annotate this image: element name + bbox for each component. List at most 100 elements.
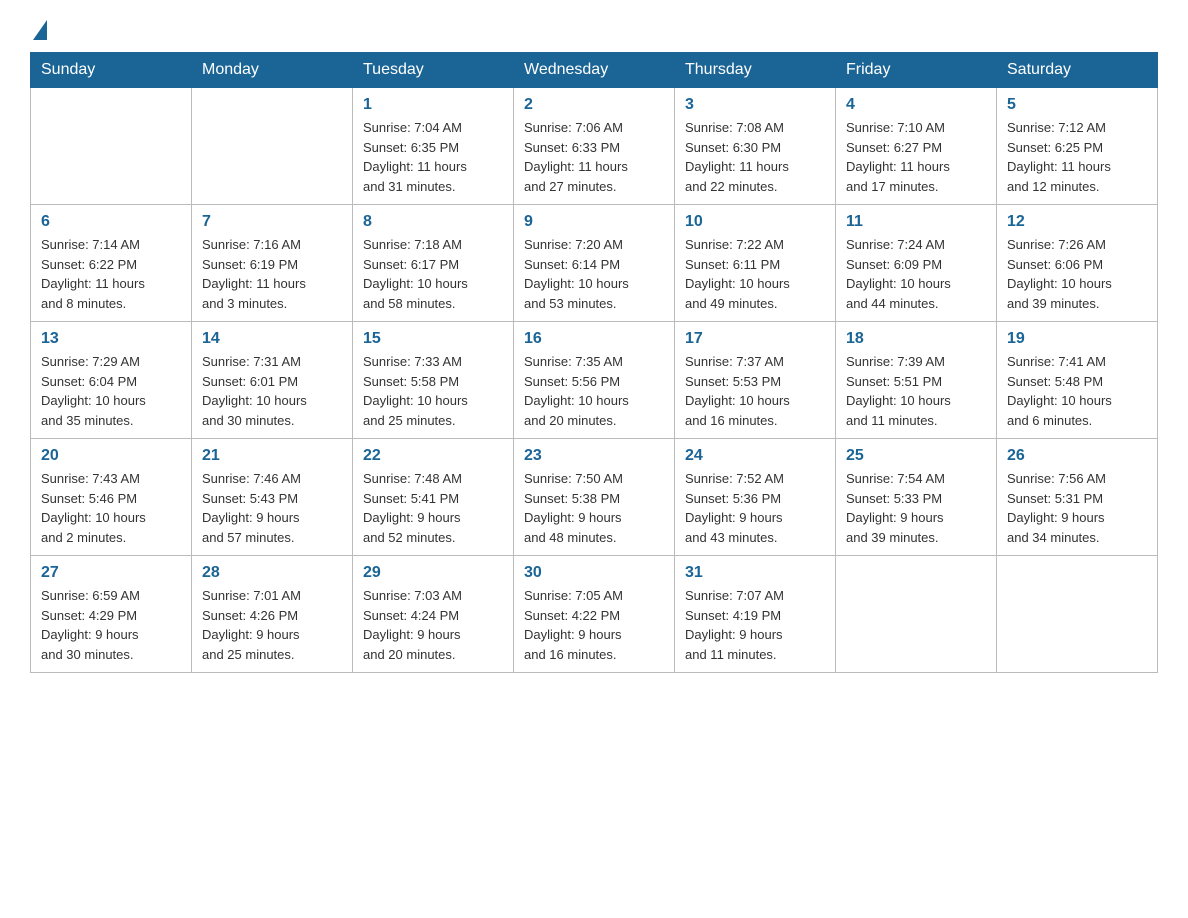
day-number: 18: [846, 330, 986, 348]
day-info: Sunrise: 7:22 AM Sunset: 6:11 PM Dayligh…: [685, 235, 825, 313]
day-info: Sunrise: 7:26 AM Sunset: 6:06 PM Dayligh…: [1007, 235, 1147, 313]
day-number: 10: [685, 213, 825, 231]
day-info: Sunrise: 7:52 AM Sunset: 5:36 PM Dayligh…: [685, 469, 825, 547]
calendar-week-row: 20 Sunrise: 7:43 AM Sunset: 5:46 PM Dayli…: [31, 439, 1158, 556]
day-number: 7: [202, 213, 342, 231]
calendar-cell: 5Sunrise: 7:12 AM Sunset: 6:25 PM Daylig…: [997, 88, 1158, 205]
calendar-cell: 25Sunrise: 7:54 AM Sunset: 5:33 PM Dayli…: [836, 439, 997, 556]
calendar-header-thursday: Thursday: [675, 53, 836, 88]
day-number: 23: [524, 447, 664, 465]
calendar-cell: 6Sunrise: 7:14 AM Sunset: 6:22 PM Daylig…: [31, 205, 192, 322]
day-info: Sunrise: 7:18 AM Sunset: 6:17 PM Dayligh…: [363, 235, 503, 313]
calendar-header-monday: Monday: [192, 53, 353, 88]
day-info: Sunrise: 7:31 AM Sunset: 6:01 PM Dayligh…: [202, 352, 342, 430]
day-number: 2: [524, 96, 664, 114]
calendar-cell: 31 Sunrise: 7:07 AM Sunset: 4:19 PM Dayli…: [675, 556, 836, 673]
day-number: 26: [1007, 447, 1147, 465]
day-number: 31: [685, 564, 825, 582]
calendar-cell: 15 Sunrise: 7:33 AM Sunset: 5:58 PM Dayli…: [353, 322, 514, 439]
calendar-cell: 9 Sunrise: 7:20 AM Sunset: 6:14 PM Daylig…: [514, 205, 675, 322]
day-number: 15: [363, 330, 503, 348]
calendar-cell: 18 Sunrise: 7:39 AM Sunset: 5:51 PM Dayli…: [836, 322, 997, 439]
day-number: 3: [685, 96, 825, 114]
calendar-cell: 26Sunrise: 7:56 AM Sunset: 5:31 PM Dayli…: [997, 439, 1158, 556]
calendar-cell: 7 Sunrise: 7:16 AM Sunset: 6:19 PM Daylig…: [192, 205, 353, 322]
day-number: 20: [41, 447, 181, 465]
calendar-cell: 14 Sunrise: 7:31 AM Sunset: 6:01 PM Dayli…: [192, 322, 353, 439]
calendar-header-saturday: Saturday: [997, 53, 1158, 88]
day-info: Sunrise: 7:06 AM Sunset: 6:33 PM Dayligh…: [524, 118, 664, 196]
calendar-week-row: 27 Sunrise: 6:59 AM Sunset: 4:29 PM Dayli…: [31, 556, 1158, 673]
day-info: Sunrise: 7:07 AM Sunset: 4:19 PM Dayligh…: [685, 586, 825, 664]
day-info: Sunrise: 7:16 AM Sunset: 6:19 PM Dayligh…: [202, 235, 342, 313]
day-number: 12: [1007, 213, 1147, 231]
day-number: 11: [846, 213, 986, 231]
calendar-week-row: 13 Sunrise: 7:29 AM Sunset: 6:04 PM Dayli…: [31, 322, 1158, 439]
day-info: Sunrise: 7:04 AM Sunset: 6:35 PM Dayligh…: [363, 118, 503, 196]
day-info: Sunrise: 7:37 AM Sunset: 5:53 PM Dayligh…: [685, 352, 825, 430]
calendar-cell: 30 Sunrise: 7:05 AM Sunset: 4:22 PM Dayli…: [514, 556, 675, 673]
calendar-cell: 22Sunrise: 7:48 AM Sunset: 5:41 PM Dayli…: [353, 439, 514, 556]
calendar-cell: 12 Sunrise: 7:26 AM Sunset: 6:06 PM Dayli…: [997, 205, 1158, 322]
calendar-cell: [31, 88, 192, 205]
day-info: Sunrise: 7:03 AM Sunset: 4:24 PM Dayligh…: [363, 586, 503, 664]
day-info: Sunrise: 7:29 AM Sunset: 6:04 PM Dayligh…: [41, 352, 181, 430]
page-header: [30, 20, 1158, 42]
day-info: Sunrise: 7:46 AM Sunset: 5:43 PM Dayligh…: [202, 469, 342, 547]
calendar-week-row: 1 Sunrise: 7:04 AM Sunset: 6:35 PM Daylig…: [31, 88, 1158, 205]
day-info: Sunrise: 7:12 AM Sunset: 6:25 PM Dayligh…: [1007, 118, 1147, 196]
day-number: 14: [202, 330, 342, 348]
calendar-cell: 10 Sunrise: 7:22 AM Sunset: 6:11 PM Dayli…: [675, 205, 836, 322]
day-info: Sunrise: 7:50 AM Sunset: 5:38 PM Dayligh…: [524, 469, 664, 547]
logo: [30, 20, 47, 42]
calendar-header-tuesday: Tuesday: [353, 53, 514, 88]
day-info: Sunrise: 7:10 AM Sunset: 6:27 PM Dayligh…: [846, 118, 986, 196]
day-number: 6: [41, 213, 181, 231]
day-number: 19: [1007, 330, 1147, 348]
day-number: 27: [41, 564, 181, 582]
day-info: Sunrise: 6:59 AM Sunset: 4:29 PM Dayligh…: [41, 586, 181, 664]
calendar-cell: 1 Sunrise: 7:04 AM Sunset: 6:35 PM Daylig…: [353, 88, 514, 205]
calendar-header-row: SundayMondayTuesdayWednesdayThursdayFrid…: [31, 53, 1158, 88]
day-info: Sunrise: 7:05 AM Sunset: 4:22 PM Dayligh…: [524, 586, 664, 664]
day-number: 1: [363, 96, 503, 114]
day-number: 17: [685, 330, 825, 348]
calendar-cell: 27 Sunrise: 6:59 AM Sunset: 4:29 PM Dayli…: [31, 556, 192, 673]
day-info: Sunrise: 7:35 AM Sunset: 5:56 PM Dayligh…: [524, 352, 664, 430]
calendar-cell: 3Sunrise: 7:08 AM Sunset: 6:30 PM Daylig…: [675, 88, 836, 205]
day-number: 28: [202, 564, 342, 582]
day-info: Sunrise: 7:48 AM Sunset: 5:41 PM Dayligh…: [363, 469, 503, 547]
logo-triangle-icon: [33, 20, 47, 40]
day-number: 8: [363, 213, 503, 231]
day-number: 24: [685, 447, 825, 465]
calendar-cell: 17 Sunrise: 7:37 AM Sunset: 5:53 PM Dayli…: [675, 322, 836, 439]
calendar-cell: 13 Sunrise: 7:29 AM Sunset: 6:04 PM Dayli…: [31, 322, 192, 439]
calendar-cell: 4 Sunrise: 7:10 AM Sunset: 6:27 PM Daylig…: [836, 88, 997, 205]
day-info: Sunrise: 7:01 AM Sunset: 4:26 PM Dayligh…: [202, 586, 342, 664]
day-number: 30: [524, 564, 664, 582]
calendar-header-sunday: Sunday: [31, 53, 192, 88]
day-number: 21: [202, 447, 342, 465]
calendar-header-friday: Friday: [836, 53, 997, 88]
calendar-cell: 19Sunrise: 7:41 AM Sunset: 5:48 PM Dayli…: [997, 322, 1158, 439]
day-number: 4: [846, 96, 986, 114]
calendar-cell: 2 Sunrise: 7:06 AM Sunset: 6:33 PM Daylig…: [514, 88, 675, 205]
day-info: Sunrise: 7:24 AM Sunset: 6:09 PM Dayligh…: [846, 235, 986, 313]
calendar-cell: 29 Sunrise: 7:03 AM Sunset: 4:24 PM Dayli…: [353, 556, 514, 673]
day-info: Sunrise: 7:20 AM Sunset: 6:14 PM Dayligh…: [524, 235, 664, 313]
calendar-cell: [997, 556, 1158, 673]
calendar-cell: 16Sunrise: 7:35 AM Sunset: 5:56 PM Dayli…: [514, 322, 675, 439]
calendar-cell: 28 Sunrise: 7:01 AM Sunset: 4:26 PM Dayli…: [192, 556, 353, 673]
day-number: 29: [363, 564, 503, 582]
day-info: Sunrise: 7:39 AM Sunset: 5:51 PM Dayligh…: [846, 352, 986, 430]
day-number: 25: [846, 447, 986, 465]
calendar-header-wednesday: Wednesday: [514, 53, 675, 88]
calendar-cell: 23 Sunrise: 7:50 AM Sunset: 5:38 PM Dayli…: [514, 439, 675, 556]
day-info: Sunrise: 7:43 AM Sunset: 5:46 PM Dayligh…: [41, 469, 181, 547]
day-number: 13: [41, 330, 181, 348]
calendar-week-row: 6Sunrise: 7:14 AM Sunset: 6:22 PM Daylig…: [31, 205, 1158, 322]
day-info: Sunrise: 7:33 AM Sunset: 5:58 PM Dayligh…: [363, 352, 503, 430]
calendar-cell: [192, 88, 353, 205]
day-number: 9: [524, 213, 664, 231]
calendar-table: SundayMondayTuesdayWednesdayThursdayFrid…: [30, 52, 1158, 673]
